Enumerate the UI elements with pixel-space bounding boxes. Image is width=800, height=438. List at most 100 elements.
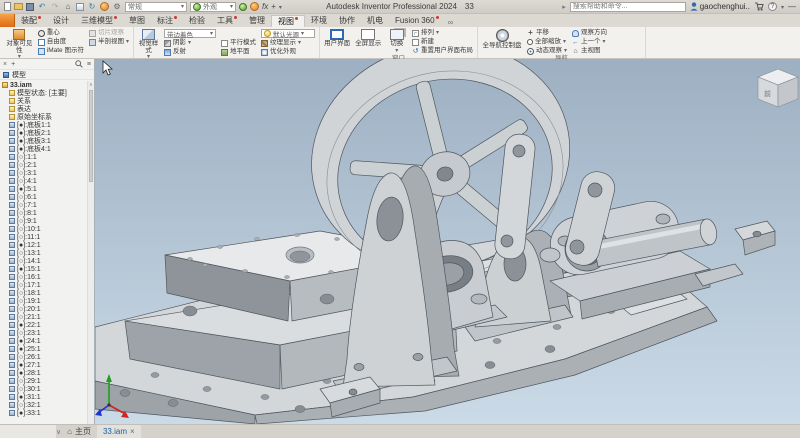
ribbon-tab[interactable]: Fusion 360 bbox=[389, 15, 445, 27]
minimize-button[interactable] bbox=[788, 2, 796, 11]
tree-part-row[interactable]: [○]:6:1 bbox=[2, 193, 85, 201]
ground-plane-button[interactable]: 地平面 bbox=[221, 48, 256, 56]
ribbon-tab[interactable]: 机电 bbox=[361, 15, 389, 27]
material-sphere-icon[interactable] bbox=[239, 3, 247, 11]
update-icon[interactable]: ↻ bbox=[87, 2, 97, 12]
home-tab[interactable]: 主页 bbox=[61, 425, 97, 438]
tree-part-row[interactable]: [●]:15:1 bbox=[2, 265, 85, 273]
tree-folder-row[interactable]: 关系 bbox=[2, 97, 85, 105]
look-at-button[interactable]: 观察方向 bbox=[572, 29, 607, 37]
cad-model-canvas[interactable]: 前 bbox=[95, 59, 800, 424]
undo-icon[interactable]: ↶ bbox=[37, 2, 47, 12]
tree-part-row[interactable]: [●]:25:1 bbox=[2, 345, 85, 353]
tree-part-row[interactable]: [○]:11:1 bbox=[2, 233, 85, 241]
tree-part-row[interactable]: [●]:27:1 bbox=[2, 361, 85, 369]
tree-part-row[interactable]: [○]:21:1 bbox=[2, 313, 85, 321]
close-tab-icon[interactable] bbox=[130, 427, 135, 436]
degrees-of-freedom-button[interactable]: 自由度 bbox=[38, 38, 84, 46]
visual-style-button[interactable]: 视觉样式 bbox=[138, 28, 159, 61]
ribbon-tab[interactable]: 装配 bbox=[15, 15, 47, 27]
tree-part-row[interactable]: [○]:19:1 bbox=[2, 297, 85, 305]
tree-part-row[interactable]: [●]:22:1 bbox=[2, 321, 85, 329]
object-visibility-button[interactable]: 对象可见性 bbox=[6, 28, 33, 61]
help-chevron[interactable] bbox=[781, 2, 784, 11]
search-input[interactable] bbox=[570, 2, 686, 12]
ribbon-tab[interactable]: 环境 bbox=[305, 15, 333, 27]
browser-scrollbar[interactable] bbox=[87, 81, 94, 424]
tree-part-row[interactable]: [○]:17:1 bbox=[2, 281, 85, 289]
tree-part-row[interactable]: [○]:3:1 bbox=[2, 169, 85, 177]
ribbon-tab[interactable]: 草图 bbox=[123, 15, 151, 27]
tree-part-row[interactable]: [●]:底板2:1 bbox=[2, 129, 85, 137]
reflections-button[interactable]: 反射 bbox=[164, 48, 216, 56]
tree-part-row[interactable]: [●]:底板4:1 bbox=[2, 145, 85, 153]
imate-glyph-button[interactable]: iMate 图示符 bbox=[38, 47, 84, 55]
viewcube[interactable]: 前 bbox=[758, 69, 798, 107]
open-file-icon[interactable] bbox=[14, 3, 23, 10]
orbit-button[interactable]: 动态观察 bbox=[527, 47, 567, 55]
ribbon-tab[interactable]: 管理 bbox=[243, 15, 271, 27]
browser-menu-icon[interactable] bbox=[87, 61, 91, 68]
tree-part-row[interactable]: [○]:7:1 bbox=[2, 201, 85, 209]
ribbon-tab[interactable]: 协作 bbox=[333, 15, 361, 27]
visual-style-combo[interactable]: 带边着色 bbox=[164, 29, 216, 38]
shadows-button[interactable]: 阴影 bbox=[164, 39, 216, 47]
tree-part-row[interactable]: [○]:2:1 bbox=[2, 161, 85, 169]
previous-view-button[interactable]: 上一个 bbox=[572, 38, 607, 46]
tree-folder-row[interactable]: 模型状态: [主要] bbox=[2, 89, 85, 97]
arrange-button[interactable]: 排列 bbox=[412, 29, 473, 37]
texture-display-button[interactable]: 纹理显示 bbox=[261, 39, 315, 47]
switch-windows-button[interactable]: 切换 bbox=[386, 28, 407, 55]
material-combo[interactable]: 常规 bbox=[125, 2, 187, 12]
ribbon-tab[interactable]: 设计 bbox=[47, 15, 75, 27]
search-expand-icon[interactable] bbox=[562, 2, 566, 11]
file-menu-button[interactable] bbox=[0, 14, 15, 27]
ribbon-tab[interactable]: 三维模型 bbox=[75, 15, 123, 27]
tree-part-row[interactable]: [●]:28:1 bbox=[2, 369, 85, 377]
tree-part-row[interactable]: [●]:底板3:1 bbox=[2, 137, 85, 145]
tree-part-row[interactable]: [○]:13:1 bbox=[2, 249, 85, 257]
appearance-sphere-icon[interactable] bbox=[250, 2, 259, 11]
tree-part-row[interactable]: [●]:12:1 bbox=[2, 241, 85, 249]
slice-view-button[interactable]: 切片观察 bbox=[89, 29, 129, 37]
tree-part-row[interactable]: [●]:33:1 bbox=[2, 409, 85, 417]
gear-icon[interactable]: ⚙ bbox=[112, 2, 122, 12]
tree-folder-row[interactable]: 表达 bbox=[2, 105, 85, 113]
tree-part-row[interactable]: [●]:24:1 bbox=[2, 337, 85, 345]
user-interface-button[interactable]: 用户界面 bbox=[324, 28, 350, 55]
tree-part-row[interactable]: [●]:底板1:1 bbox=[2, 121, 85, 129]
new-window-button[interactable]: 新建 bbox=[412, 38, 473, 46]
ribbon-tab[interactable]: 视图 bbox=[271, 15, 305, 27]
ribbon-tab[interactable]: 标注 bbox=[151, 15, 183, 27]
appearance-combo[interactable]: 外观 bbox=[190, 2, 236, 12]
parallel-mode-button[interactable]: 平行模式 bbox=[221, 39, 256, 47]
refine-appearance-button[interactable]: 优化外观 bbox=[261, 48, 315, 56]
tree-part-row[interactable]: [○]:20:1 bbox=[2, 305, 85, 313]
zoom-all-button[interactable]: 全部缩放 bbox=[527, 38, 567, 46]
redo-icon[interactable]: ↷ bbox=[50, 2, 60, 12]
tree-part-row[interactable]: [○]:32:1 bbox=[2, 401, 85, 409]
steering-wheel-button[interactable]: 全导航控制盘 bbox=[482, 28, 522, 55]
ribbon-tab[interactable]: 工具 bbox=[211, 15, 243, 27]
cart-icon[interactable] bbox=[754, 2, 764, 11]
tree-part-row[interactable]: [○]:10:1 bbox=[2, 225, 85, 233]
sketch-icon[interactable] bbox=[76, 3, 84, 11]
tree-part-row[interactable]: [●]:31:1 bbox=[2, 393, 85, 401]
help-icon[interactable]: ? bbox=[768, 2, 777, 11]
browser-title-row[interactable]: 模型 bbox=[0, 70, 94, 80]
graphics-viewport[interactable]: 前 bbox=[95, 59, 800, 424]
tree-part-row[interactable]: [○]:26:1 bbox=[2, 353, 85, 361]
ribbon-tab[interactable]: 检验 bbox=[183, 15, 211, 27]
tree-root-assembly[interactable]: 33.iam bbox=[2, 81, 85, 89]
tree-part-row[interactable]: [○]:23:1 bbox=[2, 329, 85, 337]
scrollbar-thumb[interactable] bbox=[89, 90, 93, 182]
tree-part-row[interactable]: [○]:1:1 bbox=[2, 153, 85, 161]
account-menu[interactable]: gaochenghui.. bbox=[690, 2, 750, 11]
light-style-combo[interactable]: 默认光源 bbox=[261, 29, 315, 38]
scroll-up-icon[interactable] bbox=[89, 81, 93, 88]
tree-part-row[interactable]: [○]:9:1 bbox=[2, 217, 85, 225]
save-icon[interactable] bbox=[26, 3, 34, 11]
add-panel-icon[interactable] bbox=[11, 61, 15, 68]
home-view-button[interactable]: 主视图 bbox=[572, 47, 607, 55]
new-file-icon[interactable] bbox=[4, 2, 11, 11]
